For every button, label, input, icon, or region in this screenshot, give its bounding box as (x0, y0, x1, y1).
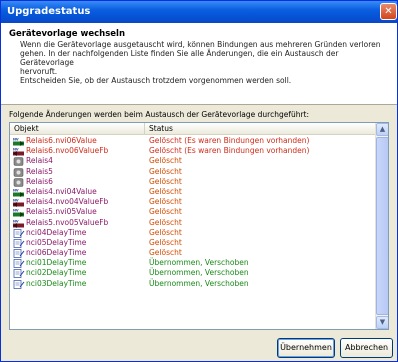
row-object-name: Relais6.nvo06ValueFb (26, 146, 109, 156)
row-object-name: Relais5 (26, 166, 53, 176)
list-item[interactable]: nci02DelayTime Übernommen, Verschoben (10, 268, 376, 279)
row-object-name: Relais5.nvo05ValueFb (26, 217, 109, 227)
list-item[interactable]: Relais6 Gelöscht (10, 177, 376, 187)
svg-text:NV: NV (13, 219, 19, 223)
list-rows: NV Relais6.nvi06Value Gelöscht (Es waren B… (10, 136, 376, 289)
header-title: Gerätevorlage wechseln (9, 29, 126, 39)
nv-input-icon: NV (13, 137, 25, 146)
list-item[interactable]: NV Relais4.nvi04Value Gelöscht (10, 187, 376, 197)
desc-line: gehen. In der nachfolgenden Liste finden… (20, 49, 339, 67)
list-item[interactable]: nci03DelayTime Übernommen, Verschoben (10, 279, 376, 289)
list-header: Objekt Status (10, 123, 376, 135)
config-property-icon (13, 249, 25, 258)
config-property-icon (13, 239, 25, 248)
list-item[interactable]: nci04DelayTime Gelöscht (10, 228, 376, 238)
desc-line: Entscheiden Sie, ob der Austausch trotzd… (20, 76, 292, 85)
list-item[interactable]: NV Relais5.nvi05Value Gelöscht (10, 207, 376, 218)
changes-label: Folgende Änderungen werden beim Austausc… (9, 110, 310, 119)
title-bar: Upgradestatus ✕ (1, 1, 397, 23)
relay-block-icon (13, 177, 25, 187)
row-status: Übernommen, Verschoben (149, 278, 249, 288)
config-property-icon (13, 259, 25, 269)
list-item[interactable]: nci06DelayTime Gelöscht (10, 248, 376, 258)
row-status: Übernommen, Verschoben (149, 268, 249, 278)
upgrade-status-dialog: Upgradestatus ✕ Gerätevorlage wechseln W… (0, 0, 398, 362)
config-property-icon (13, 279, 25, 289)
list-item[interactable]: nci01DelayTime Übernommen, Verschoben (10, 258, 376, 269)
row-object-name: nci02DelayTime (26, 268, 87, 278)
svg-text:NV: NV (13, 138, 19, 142)
row-object-name: nci06DelayTime (26, 248, 87, 258)
scroll-thumb[interactable] (376, 137, 388, 315)
row-status: Gelöscht (149, 237, 182, 247)
list-item[interactable]: Relais5 Gelöscht (10, 167, 376, 177)
row-object-name: nci03DelayTime (26, 278, 87, 288)
config-property-icon (13, 269, 25, 279)
row-object-name: nci05DelayTime (26, 237, 87, 247)
column-header-status[interactable]: Status (145, 123, 376, 135)
relay-block-icon (13, 157, 25, 167)
list-item[interactable]: NV Relais6.nvo06ValueFb Gelöscht (Es waren… (10, 146, 376, 157)
list-item[interactable]: nci05DelayTime Gelöscht (10, 238, 376, 248)
header-panel: Gerätevorlage wechseln Wenn die Gerätevo… (1, 23, 397, 105)
row-status: Gelöscht (149, 186, 182, 196)
row-status: Übernommen, Verschoben (149, 258, 249, 268)
arrow-up-icon: ▲ (379, 125, 386, 133)
changes-list[interactable]: Objekt Status NV Relais6.nvi06Value Gelösc… (9, 122, 389, 330)
nv-output-icon: NV (13, 219, 25, 228)
scroll-up-button[interactable]: ▲ (376, 123, 388, 136)
nv-input-icon: NV (13, 188, 25, 197)
nv-output-icon: NV (13, 147, 25, 157)
row-object-name: Relais6.nvi06Value (26, 136, 97, 145)
list-item[interactable]: NV Relais4.nvo04ValueFb Gelöscht (10, 197, 376, 208)
row-status: Gelöscht (149, 207, 182, 217)
desc-line: Wenn die Gerätevorlage ausgetauscht wird… (20, 40, 381, 49)
config-property-icon (13, 228, 25, 238)
window-title: Upgradestatus (7, 6, 91, 17)
row-status: Gelöscht (149, 176, 182, 186)
accept-button[interactable]: Übernehmen (277, 338, 335, 358)
svg-text:NV: NV (13, 148, 19, 152)
row-object-name: Relais4.nvi04Value (26, 186, 97, 196)
row-status: Gelöscht (149, 217, 182, 227)
desc-line: hervoruft. (20, 67, 58, 76)
row-status: Gelöscht (149, 156, 182, 166)
nv-output-icon: NV (13, 198, 25, 208)
row-status: Gelöscht (149, 248, 182, 258)
vertical-scrollbar[interactable]: ▲ ▼ (375, 123, 388, 329)
scroll-down-button[interactable]: ▼ (376, 316, 388, 329)
close-button[interactable]: ✕ (380, 3, 397, 20)
column-header-objekt[interactable]: Objekt (10, 123, 145, 135)
row-status: Gelöscht (149, 227, 182, 237)
svg-text:NV: NV (13, 199, 19, 203)
arrow-down-icon: ▼ (379, 318, 386, 326)
nv-input-icon: NV (13, 208, 25, 218)
header-description: Wenn die Gerätevorlage ausgetauscht wird… (20, 40, 392, 85)
list-item[interactable]: NV Relais5.nvo05ValueFb Gelöscht (10, 218, 376, 228)
row-object-name: Relais6 (26, 176, 53, 186)
row-object-name: Relais4 (26, 156, 53, 166)
relay-block-icon (13, 167, 25, 177)
close-icon: ✕ (384, 6, 393, 17)
row-status: Gelöscht (149, 197, 182, 207)
row-status: Gelöscht (149, 166, 182, 176)
svg-text:NV: NV (13, 209, 19, 213)
cancel-button[interactable]: Abbrechen (340, 338, 393, 358)
row-object-name: nci01DelayTime (26, 258, 87, 268)
row-object-name: Relais4.nvo04ValueFb (26, 197, 109, 207)
row-status: Gelöscht (Es waren Bindungen vorhanden) (149, 136, 310, 145)
list-item[interactable]: NV Relais6.nvi06Value Gelöscht (Es waren B… (10, 136, 376, 146)
row-object-name: nci04DelayTime (26, 227, 87, 237)
row-status: Gelöscht (Es waren Bindungen vorhanden) (149, 146, 310, 156)
row-object-name: Relais5.nvi05Value (26, 207, 97, 217)
list-item[interactable]: Relais4 Gelöscht (10, 156, 376, 167)
svg-text:NV: NV (13, 188, 19, 192)
